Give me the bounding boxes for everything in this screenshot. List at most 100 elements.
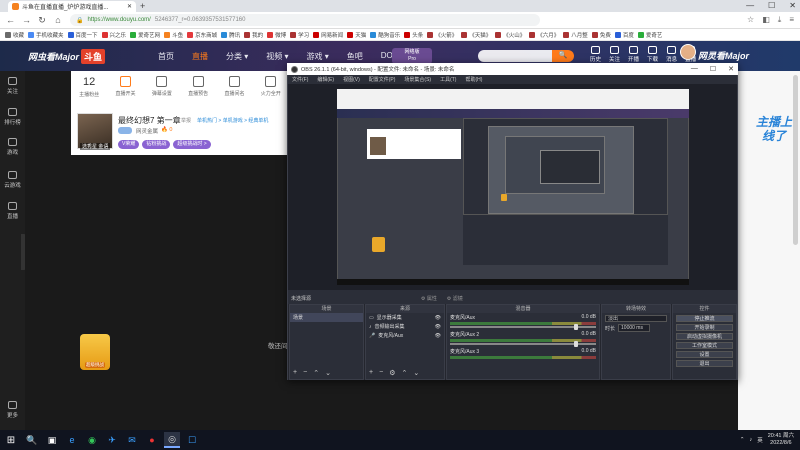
star-icon[interactable]: ☆: [747, 15, 754, 25]
stat-item[interactable]: 火力全开: [261, 75, 281, 98]
source-up-icon[interactable]: ⌃: [401, 369, 407, 377]
sidebar-item[interactable]: 更多: [0, 401, 25, 419]
taskbar-app-icon[interactable]: ✉: [124, 432, 140, 448]
bookmark-item[interactable]: 我的: [244, 31, 263, 39]
bookmark-item[interactable]: 爱奇艺网: [130, 31, 160, 39]
bookmark-item[interactable]: 网易新闻: [313, 31, 343, 39]
stat-item[interactable]: 直播开关: [115, 75, 136, 98]
url-input[interactable]: 🔒 https://www.douyu.com/5246377_r=0.0639…: [70, 14, 540, 26]
obs-menu-item[interactable]: 视图(V): [343, 76, 360, 83]
forward-icon[interactable]: →: [22, 15, 31, 25]
home-icon[interactable]: ⌂: [54, 15, 62, 25]
tray-expand-icon[interactable]: ⌃: [740, 437, 745, 443]
taskbar-app-icon[interactable]: 🔍: [24, 432, 40, 448]
obs-titlebar[interactable]: OBS 26.1.1 (64-bit, windows) - 配置文件: 未命名…: [287, 63, 738, 75]
site-search-input[interactable]: [478, 50, 558, 62]
bookmark-item[interactable]: 手机收藏夹: [28, 31, 64, 39]
start-recording-button[interactable]: 开始录制: [676, 324, 733, 331]
scene-down-icon[interactable]: ⌄: [325, 369, 331, 377]
source-down-icon[interactable]: ⌄: [413, 369, 419, 377]
obs-minimize-button[interactable]: —: [691, 65, 698, 73]
obs-menu-item[interactable]: 场景集合(S): [404, 76, 431, 83]
obs-menu-item[interactable]: 编辑(E): [317, 76, 334, 83]
browser-tab[interactable]: 斗鱼在直播直播_炉炉游戏直播... ✕: [8, 1, 136, 12]
stat-item[interactable]: 12 主播粉丝: [79, 75, 99, 98]
studio-mode-button[interactable]: 工作室模式: [676, 342, 733, 349]
obs-menu-item[interactable]: 配置文件(P): [369, 76, 396, 83]
visibility-icon[interactable]: 👁: [435, 315, 441, 321]
filters-button[interactable]: ⚙ 滤镜: [447, 295, 463, 302]
room-action-button[interactable]: V荣耀: [118, 140, 140, 149]
remove-scene-icon[interactable]: −: [303, 369, 307, 377]
transition-select[interactable]: 淡出: [605, 315, 667, 322]
volume-icon[interactable]: ♪: [749, 437, 752, 443]
bookmark-item[interactable]: 学习: [290, 31, 309, 39]
bookmark-item[interactable]: 斗鱼: [164, 31, 183, 39]
maximize-button[interactable]: ☐: [768, 0, 775, 12]
ime-indicator[interactable]: 英: [757, 436, 763, 444]
room-action-button[interactable]: 钻粉挑战: [142, 140, 171, 149]
add-scene-icon[interactable]: +: [293, 369, 297, 377]
user-avatar[interactable]: [680, 44, 696, 60]
stop-stream-button[interactable]: 停止推流: [676, 315, 733, 322]
visibility-icon[interactable]: 👁: [435, 333, 441, 339]
source-settings-icon[interactable]: ⚙: [389, 369, 395, 377]
header-tool[interactable]: 开播: [628, 46, 639, 63]
gift-box[interactable]: 超级挑战: [80, 334, 110, 370]
obs-maximize-button[interactable]: ☐: [710, 65, 716, 73]
sidebar-item[interactable]: 直播: [0, 202, 25, 220]
bookmark-item[interactable]: 兴之乐: [101, 31, 126, 39]
sidebar-item[interactable]: 云游戏: [0, 171, 25, 189]
bookmark-item[interactable]: 八月整: [563, 31, 588, 39]
menu-icon[interactable]: ≡: [789, 15, 794, 25]
download-icon[interactable]: ⤓: [778, 15, 782, 25]
start-button[interactable]: ⊞: [0, 430, 22, 450]
room-action-button[interactable]: 超级挑战时 >: [173, 140, 211, 149]
slider-handle[interactable]: [574, 341, 578, 347]
virtual-camera-button[interactable]: 启动虚拟摄像机: [676, 333, 733, 340]
bookmark-item[interactable]: 《六月》: [529, 31, 559, 39]
stat-item[interactable]: 直播间名: [224, 75, 244, 98]
live-badge[interactable]: 网络版 Pro: [392, 48, 432, 64]
back-icon[interactable]: ←: [6, 15, 15, 25]
taskbar-app-icon[interactable]: ◉: [84, 432, 100, 448]
bookmark-item[interactable]: 收藏: [5, 31, 24, 39]
obs-menu-item[interactable]: 文件(F): [292, 76, 308, 83]
site-search-button[interactable]: 🔍: [552, 50, 574, 62]
bookmark-item[interactable]: 《火山》: [495, 31, 525, 39]
taskbar-app-icon[interactable]: ●: [144, 432, 160, 448]
sidebar-item[interactable]: 关注: [0, 77, 25, 95]
clock[interactable]: 20:41 周六 2022/8/6: [768, 433, 794, 447]
header-tool[interactable]: 消息: [666, 46, 677, 63]
remove-source-icon[interactable]: −: [379, 369, 383, 377]
add-source-icon[interactable]: +: [369, 369, 373, 377]
source-item[interactable]: ▭ 显示器采集 👁: [366, 313, 444, 322]
exit-button[interactable]: 退出: [676, 360, 733, 367]
anchor-name[interactable]: 网灵金属: [136, 127, 158, 135]
bookmark-item[interactable]: 《天猫》: [461, 31, 491, 39]
nav-item[interactable]: 游戏 ▾: [307, 51, 329, 62]
volume-slider[interactable]: [450, 341, 596, 347]
duration-input[interactable]: 10000 ms: [618, 324, 651, 332]
properties-button[interactable]: ⚙ 属性: [421, 295, 437, 302]
source-item[interactable]: 🎤 麦克风/Aux 👁: [366, 331, 444, 340]
slider-handle[interactable]: [574, 324, 578, 330]
room-category[interactable]: 单机热门 > 单机游戏 > 经典单机: [197, 117, 268, 124]
settings-button[interactable]: 设置: [676, 351, 733, 358]
bookmark-item[interactable]: 腾讯: [221, 31, 240, 39]
bookmark-item[interactable]: 头条: [404, 31, 423, 39]
page-scrollbar[interactable]: [793, 75, 798, 245]
site-logo[interactable]: 网虫看Major 斗鱼: [28, 47, 120, 65]
taskbar-app-icon[interactable]: ✈: [104, 432, 120, 448]
taskbar-app-icon[interactable]: e: [64, 432, 80, 448]
bookmark-item[interactable]: 百度一下: [67, 31, 98, 39]
bookmark-item[interactable]: 免费: [591, 31, 611, 39]
scene-up-icon[interactable]: ⌃: [313, 369, 319, 377]
visibility-icon[interactable]: 👁: [435, 324, 441, 330]
header-tool[interactable]: 关注: [609, 46, 620, 63]
reload-icon[interactable]: ↻: [38, 15, 46, 26]
obs-menu-item[interactable]: 工具(T): [440, 76, 456, 83]
bookmark-item[interactable]: 酷狗音乐: [370, 31, 400, 39]
bookmark-item[interactable]: 百度: [614, 31, 634, 39]
bookmark-item[interactable]: 爱奇艺: [637, 31, 662, 39]
